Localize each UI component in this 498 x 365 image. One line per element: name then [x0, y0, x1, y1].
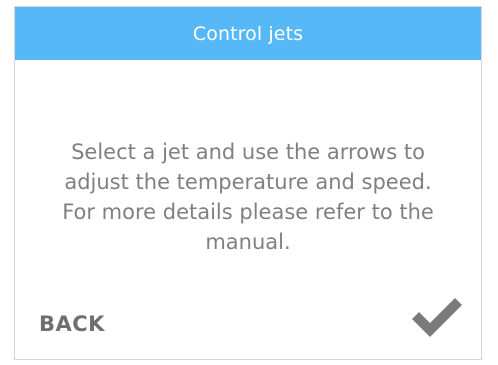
back-button[interactable]: BACK: [39, 312, 105, 336]
control-jets-dialog: Control jets Select a jet and use the ar…: [14, 6, 482, 360]
checkmark-icon: [412, 298, 462, 337]
dialog-title: Control jets: [192, 22, 304, 45]
confirm-button[interactable]: [410, 297, 464, 339]
instruction-message: Select a jet and use the arrows to adjus…: [62, 140, 434, 254]
dialog-header: Control jets: [15, 7, 481, 60]
